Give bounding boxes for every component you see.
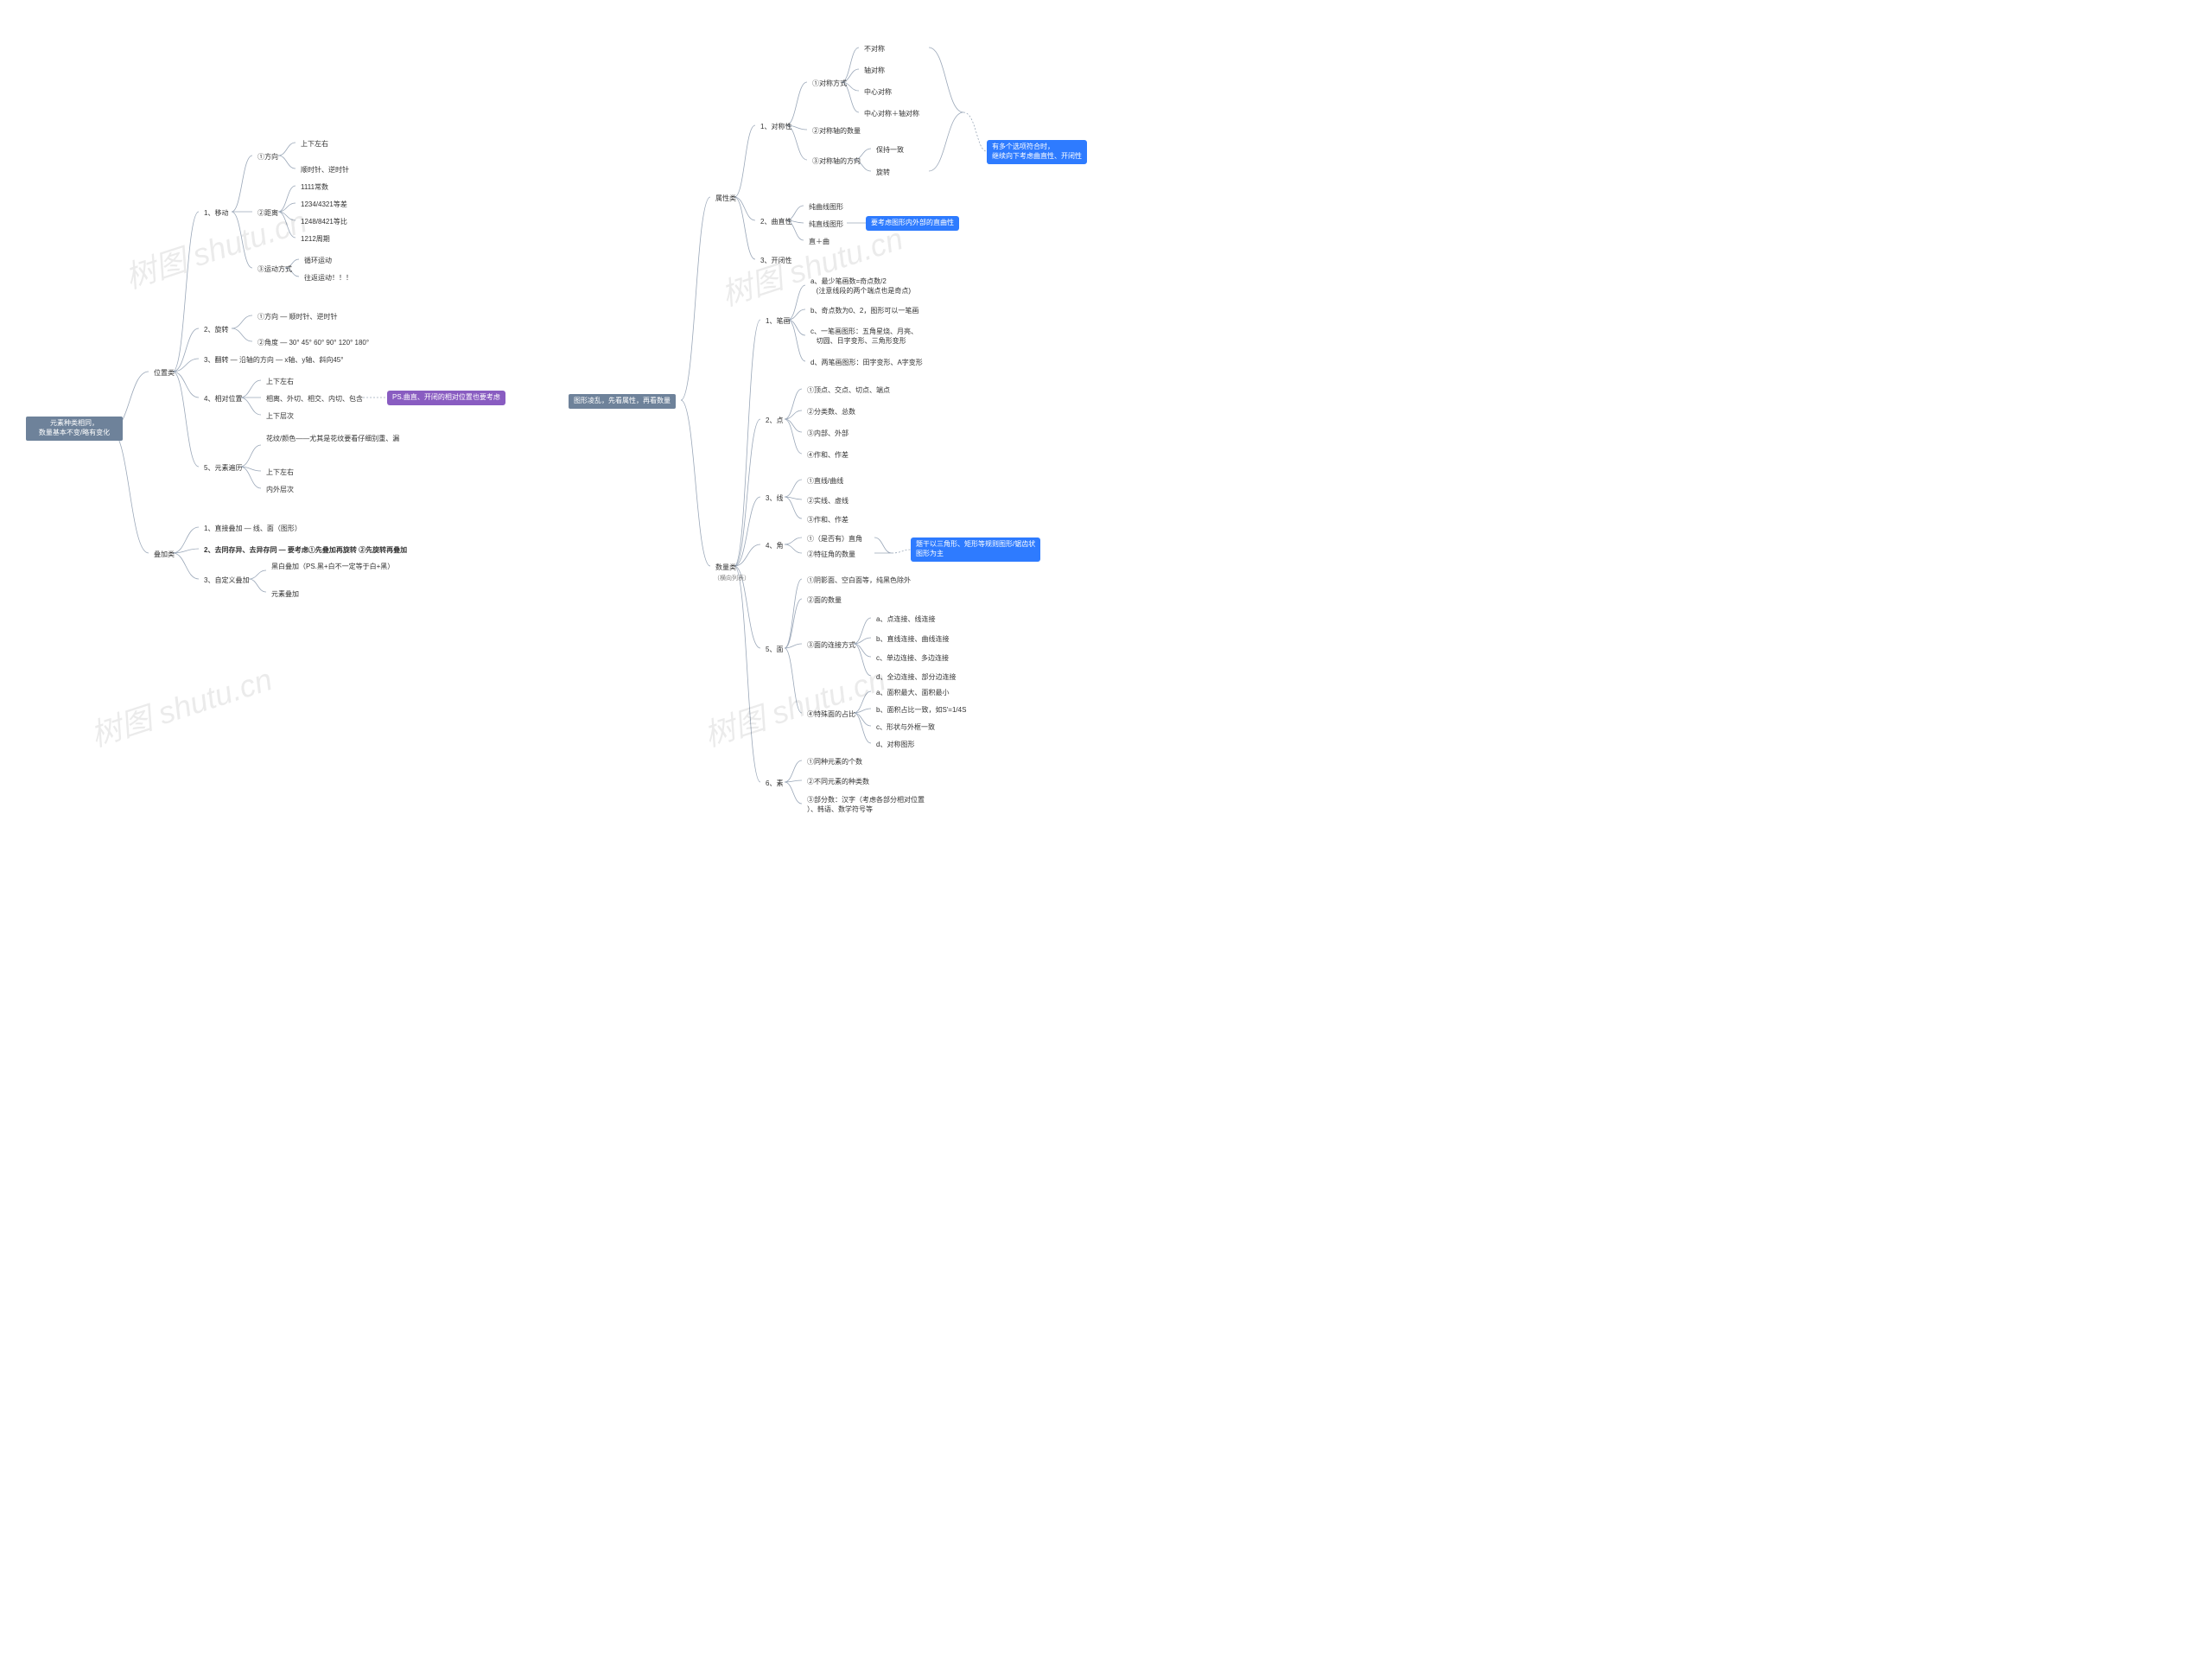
leaf: 中心对称＋轴对称 <box>859 107 925 122</box>
leaf: ①直线/曲线 <box>802 474 849 489</box>
pos-relative[interactable]: 4、相对位置 <box>199 392 247 407</box>
overlay-2[interactable]: 2、去同存异、去异存同 — 要考虑①先叠加再旋转 ②先旋转再叠加 <box>199 544 412 558</box>
num-line[interactable]: 3、线 <box>760 492 788 506</box>
attr-sym[interactable]: 1、对称性 <box>755 120 797 135</box>
leaf: 上下层次 <box>261 410 299 424</box>
leaf: ②特征角的数量 <box>802 548 861 563</box>
leaf: 往返运动！！！ <box>299 271 358 286</box>
leaf: 相离、外切、相交、内切、包含 <box>261 392 368 407</box>
move-dir[interactable]: ①方向 <box>252 150 283 165</box>
leaf: d、对称图形 <box>871 738 919 753</box>
sym-count[interactable]: ②对称轴的数量 <box>807 124 866 139</box>
pos-rotate[interactable]: 2、旋转 <box>199 323 233 338</box>
pos-traverse[interactable]: 5、元素遍历 <box>199 461 247 476</box>
leaf: ①顶点、交点、切点、端点 <box>802 384 895 398</box>
mindmap-canvas: path{fill:none;stroke:#9aa7b8;stroke-wid… <box>0 0 1106 836</box>
leaf: 顺时针、逆时针 <box>296 163 354 178</box>
face-conn[interactable]: ③面的连接方式 <box>802 639 861 653</box>
leaf: ③作和、作差 <box>802 513 854 528</box>
note-purple: PS.曲直、开闭的相对位置也要考虑 <box>387 391 505 405</box>
leaf: 黑白叠加（PS.黑+白不一定等于白+黑） <box>266 560 406 575</box>
leaf: 旋转 <box>871 166 895 181</box>
leaf: 上下左右 <box>261 375 299 390</box>
leaf: 纯曲线图形 <box>804 200 849 215</box>
overlay-1[interactable]: 1、直接叠加 — 线、面（图形） <box>199 522 307 537</box>
leaf: c、单边连接、多边连接 <box>871 652 954 666</box>
leaf: d、两笔画图形：田字变形、A字变形 <box>805 356 928 371</box>
overlay-3[interactable]: 3、自定义叠加 <box>199 574 254 588</box>
leaf: ②面的数量 <box>802 594 847 608</box>
leaf: ①同种元素的个数 <box>802 755 868 770</box>
leaf: b、面积占比一致，如S'=1/4S <box>871 703 971 718</box>
leaf: 轴对称 <box>859 64 890 79</box>
rot-dir[interactable]: ①方向 — 顺时针、逆时针 <box>252 310 342 325</box>
move-dist[interactable]: ②距离 <box>252 207 283 221</box>
pos-flip[interactable]: 3、翻转 — 沿轴的方向 — x轴、y轴、斜向45° <box>199 353 348 368</box>
num-elem[interactable]: 6、素 <box>760 777 788 792</box>
leaf: 中心对称 <box>859 86 897 100</box>
leaf: ③内部、外部 <box>802 427 854 442</box>
leaf: 保持一致 <box>871 143 909 158</box>
cat-attr[interactable]: 属性类 <box>710 192 741 207</box>
note-blue-2: 要考虑图形内外部的直曲性 <box>866 216 959 231</box>
attr-open[interactable]: 3、开闭性 <box>755 254 797 269</box>
leaf: 1111常数 <box>296 181 334 195</box>
leaf: 内外层次 <box>261 483 299 498</box>
leaf: 1212周期 <box>296 232 335 247</box>
note-blue-3: 题干以三角形、矩形等规则图形/锯齿状 图形为主 <box>911 538 1040 562</box>
rot-angle[interactable]: ②角度 — 30° 45° 60° 90° 120° 180° <box>252 336 374 351</box>
leaf: b、直线连接、曲线连接 <box>871 633 954 647</box>
cat-num-sub: （横向列表） <box>709 572 755 585</box>
t: 元素种类相同， <box>50 419 99 427</box>
pos-move[interactable]: 1、移动 <box>199 207 233 221</box>
note-blue-1: 有多个选项符合时， 继续向下考虑曲直性、开闭性 <box>987 140 1087 164</box>
leaf: a、最少笔画数=奇点数/2 (注意线段的两个端点也是奇点) <box>805 275 916 299</box>
leaf: 花纹/颜色——尤其是花纹要看仔细别重、漏 <box>261 432 418 447</box>
cat-overlay[interactable]: 叠加类 <box>149 548 180 563</box>
leaf: ③部分数：汉字（考虑各部分相对位置 ）、韩语、数学符号等 <box>802 793 930 817</box>
leaf: ②不同元素的种类数 <box>802 775 874 790</box>
face-ratio[interactable]: ④特殊面的占比 <box>802 708 861 722</box>
sym-dir[interactable]: ③对称轴的方向 <box>807 155 866 169</box>
leaf: d、全边连接、部分边连接 <box>871 671 961 685</box>
leaf: 循环运动 <box>299 254 337 269</box>
leaf: 1248/8421等比 <box>296 215 353 230</box>
cat-position[interactable]: 位置类 <box>149 366 180 381</box>
leaf: b、奇点数为0、2，图形可以一笔画 <box>805 304 924 319</box>
leaf: 上下左右 <box>261 466 299 480</box>
num-face[interactable]: 5、面 <box>760 643 788 658</box>
leaf: 不对称 <box>859 42 890 57</box>
leaf: a、点连接、线连接 <box>871 613 940 627</box>
center-root[interactable]: 图形凌乱，先看属性，再看数量 <box>569 394 676 409</box>
leaf: ①（是否有）直角 <box>802 532 868 547</box>
num-point[interactable]: 2、点 <box>760 414 788 429</box>
leaf: c、一笔画图形：五角星烧、月亮、 切圆、日字变形、三角形变形 <box>805 325 923 349</box>
t: 数量基本不变/略有变化 <box>39 429 110 436</box>
leaf: 直＋曲 <box>804 235 835 250</box>
leaf: 纯直线图形 <box>804 218 849 232</box>
move-mode[interactable]: ③运动方式 <box>252 263 297 277</box>
leaf: 上下左右 <box>296 137 334 152</box>
leaf: 元素叠加 <box>266 588 304 602</box>
num-stroke[interactable]: 1、笔画 <box>760 315 795 329</box>
left-root[interactable]: 元素种类相同， 数量基本不变/略有变化 <box>26 417 123 441</box>
leaf: a、面积最大、面积最小 <box>871 686 954 701</box>
attr-curve[interactable]: 2、曲直性 <box>755 215 797 230</box>
leaf: c、形状与外框一致 <box>871 721 940 735</box>
leaf: ④作和、作差 <box>802 448 854 463</box>
leaf: 1234/4321等差 <box>296 198 353 213</box>
leaf: ②实线、虚线 <box>802 494 854 509</box>
leaf: ②分类数、总数 <box>802 405 861 420</box>
num-angle[interactable]: 4、角 <box>760 539 788 554</box>
sym-mode[interactable]: ①对称方式 <box>807 77 852 92</box>
leaf: ①阴影面、空白面等，纯黑色除外 <box>802 574 916 588</box>
